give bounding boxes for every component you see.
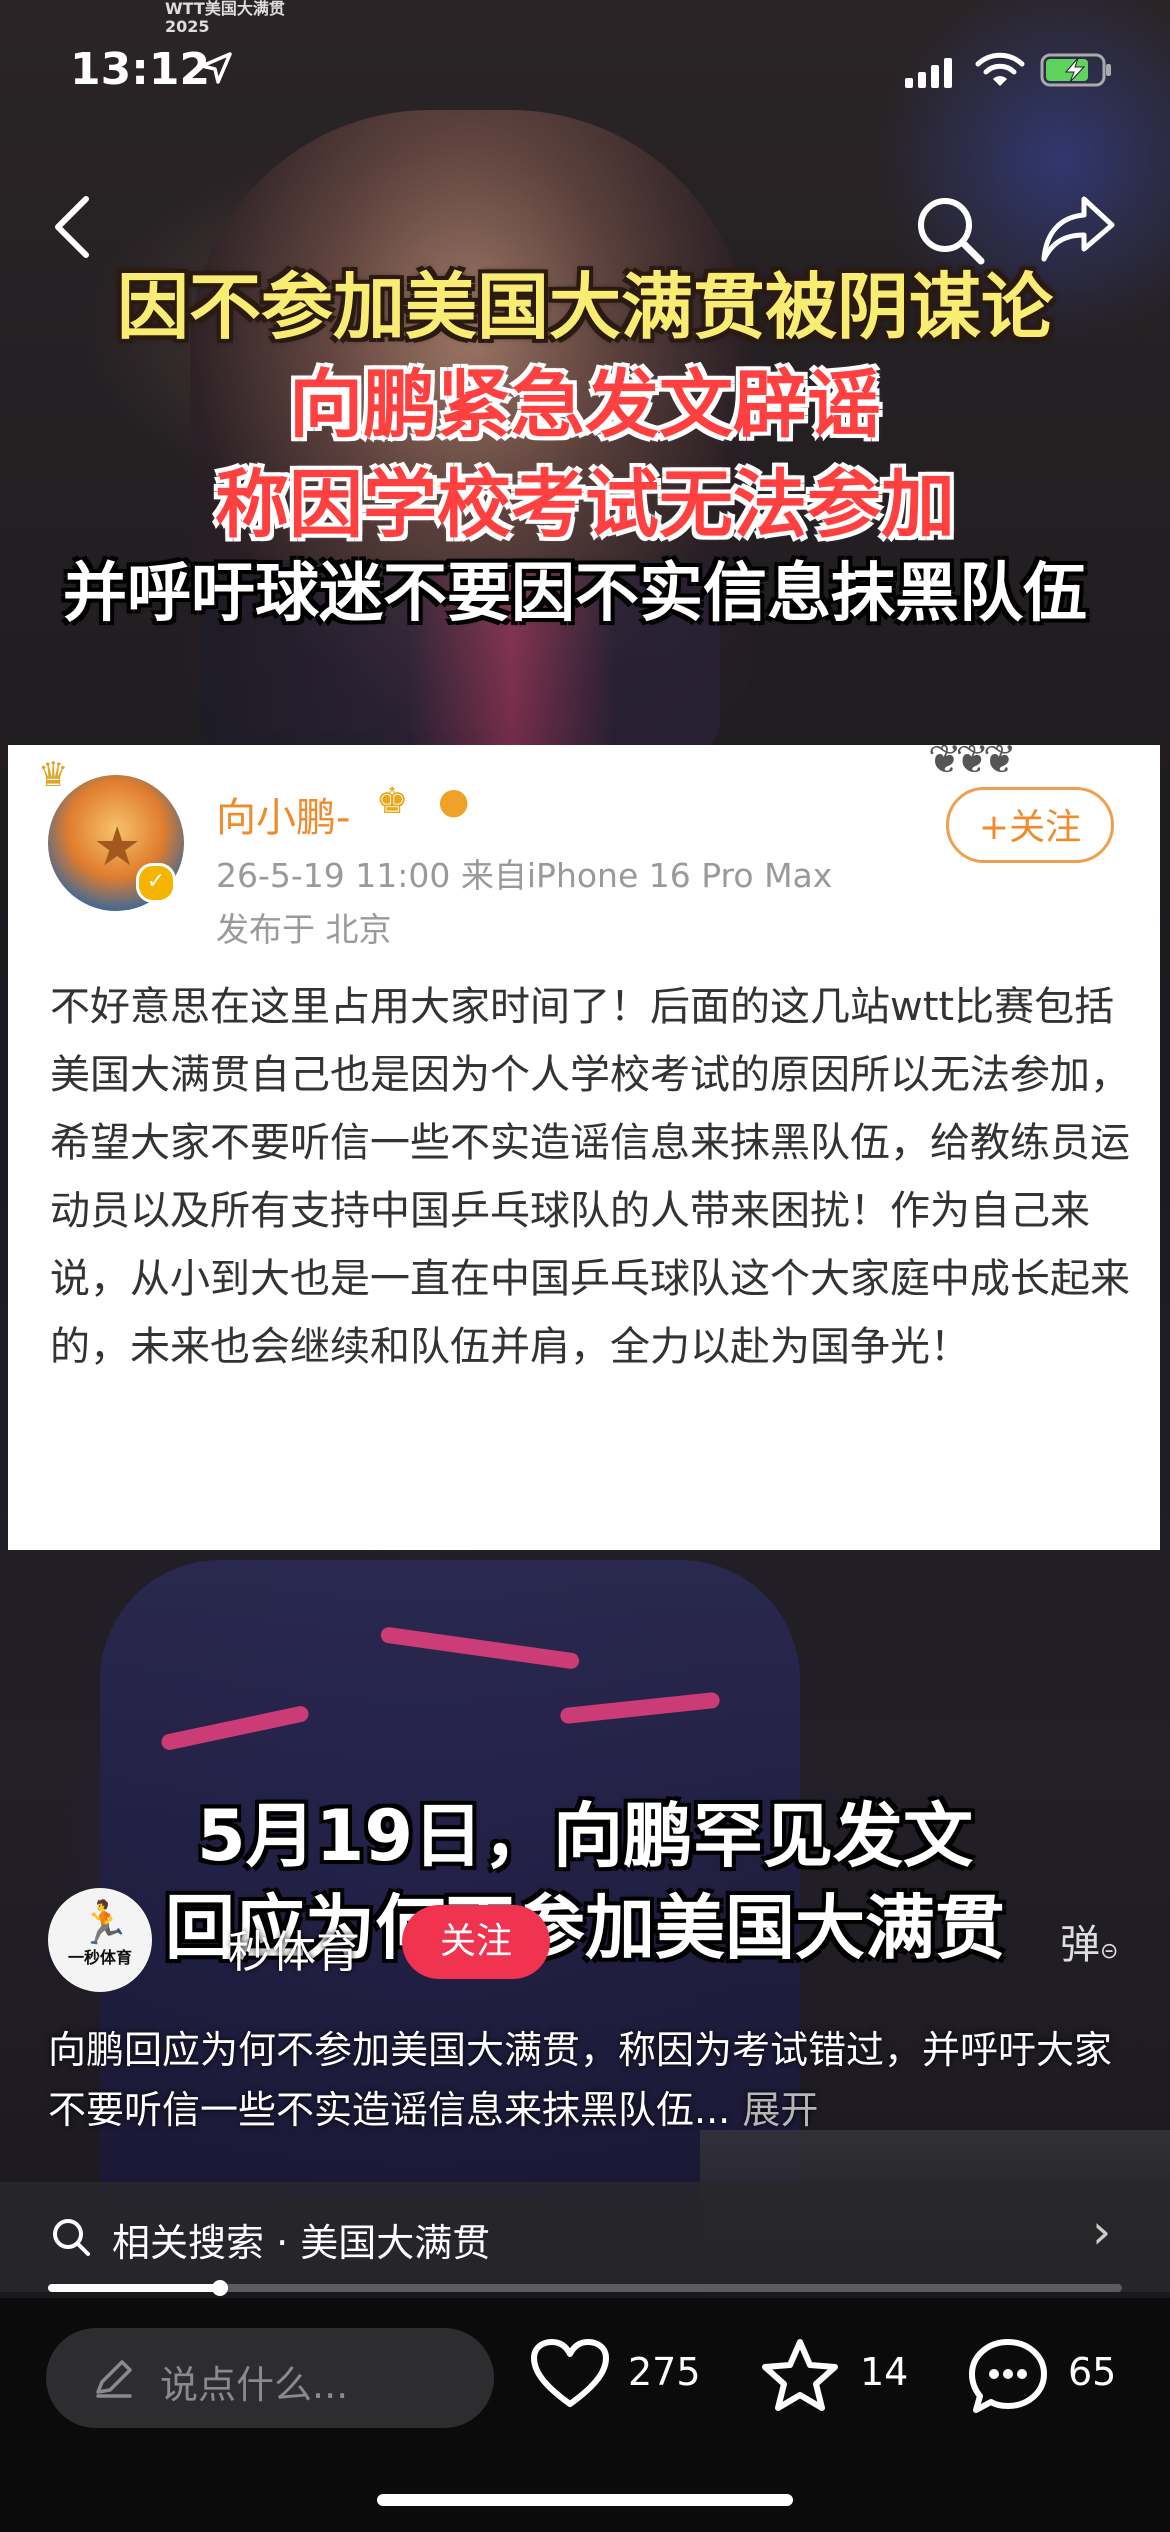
related-search-bar[interactable]: 相关搜索 · 美国大满贯 ›	[0, 2182, 1170, 2292]
post-location: 发布于 北京	[216, 910, 392, 949]
runner-icon: 🏃	[78, 1898, 131, 1947]
headline-line3: 称因学校考试无法参加	[215, 462, 955, 548]
status-time: 13:12	[70, 44, 211, 95]
chevron-right-icon: ›	[1092, 2204, 1112, 2260]
description-text: 向鹏回应为何不参加美国大满贯，称因为考试错过，并呼吁大家不要听信一些不实造谣信息…	[48, 2028, 1113, 2132]
pufferfish-icon: ●	[438, 781, 470, 822]
comment-placeholder: 说点什么...	[160, 2363, 349, 2407]
post-follow-button[interactable]: +关注	[946, 787, 1114, 863]
like-count: 275	[628, 2350, 701, 2394]
post-timestamp: 26-5-19 11:00 来自iPhone 16 Pro Max	[216, 856, 833, 895]
author-avatar[interactable]: 🏃 一秒体育	[48, 1888, 152, 1992]
danmu-label: 弹	[1060, 1922, 1100, 1968]
related-search-label: 相关搜索 · 美国大满贯	[112, 2221, 491, 2265]
author-name[interactable]: 秒体育	[228, 1916, 360, 1980]
headline-line2: 向鹏紧急发文辟谣	[289, 362, 881, 448]
home-indicator[interactable]	[377, 2494, 793, 2506]
location-arrow-icon	[200, 52, 232, 84]
video-description[interactable]: 向鹏回应为何不参加美国大满贯，称因为考试错过，并呼吁大家不要听信一些不实造谣信息…	[48, 2020, 1128, 2140]
search-icon	[53, 2219, 90, 2256]
event-logo: WTT美国大满贯 2025	[165, 0, 285, 36]
video-progress-bar[interactable]	[48, 2280, 1122, 2296]
heart-icon[interactable]	[530, 2338, 610, 2410]
comment-count: 65	[1068, 2350, 1117, 2394]
danmu-toggle-icon[interactable]: 弹⊝	[1060, 1912, 1118, 1970]
favorite-count: 14	[860, 2350, 909, 2394]
status-bar: WTT美国大满贯 2025 13:12	[0, 0, 1170, 140]
comment-bubble-icon[interactable]	[968, 2338, 1048, 2414]
caption-line1: 5月19日，向鹏罕见发文	[196, 1795, 974, 1877]
video-progress-fill	[48, 2284, 220, 2292]
post-card: ★ ♛ ✓ 向小鹏- ♚ ● 26-5-19 11:00 来自iPhone 16…	[8, 737, 1160, 1550]
trophy-icon: ♛	[38, 755, 69, 795]
battery-charging-icon	[1040, 53, 1111, 87]
wifi-icon	[975, 52, 1025, 86]
star-icon[interactable]	[760, 2338, 840, 2412]
post-author-name: 向小鹏-	[216, 795, 351, 841]
author-avatar-text: 一秒体育	[67, 1948, 132, 1967]
pen-icon	[96, 2360, 132, 2398]
headline-line1: 因不参加美国大满贯被阴谋论	[116, 265, 1053, 349]
expand-link[interactable]: 展开	[742, 2088, 818, 2132]
cellular-signal-icon	[905, 58, 952, 88]
wing-decoration-icon: ❦❦❦	[928, 737, 1017, 783]
event-logo-line1: WTT美国大满贯	[165, 0, 285, 18]
video-progress-handle[interactable]	[211, 2280, 228, 2296]
verified-badge-icon: ✓	[136, 863, 176, 903]
starfish-icon: ★	[93, 815, 142, 878]
bottom-action-bar: 说点什么... 275 14 65	[0, 2298, 1170, 2532]
event-logo-line2: 2025	[165, 17, 210, 36]
crown-icon: ♚	[376, 781, 409, 822]
post-body: 不好意思在这里占用大家时间了！后面的这几站wtt比赛包括美国大满贯自己也是因为个…	[50, 984, 1130, 1370]
author-follow-button[interactable]: 关注	[402, 1905, 550, 1979]
caption-line2: 回应为何不参加美国大满贯	[165, 1887, 1005, 1969]
comment-input[interactable]: 说点什么...	[46, 2328, 494, 2428]
headline-line4: 并呼吁球迷不要因不实信息抹黑队伍	[63, 557, 1087, 631]
